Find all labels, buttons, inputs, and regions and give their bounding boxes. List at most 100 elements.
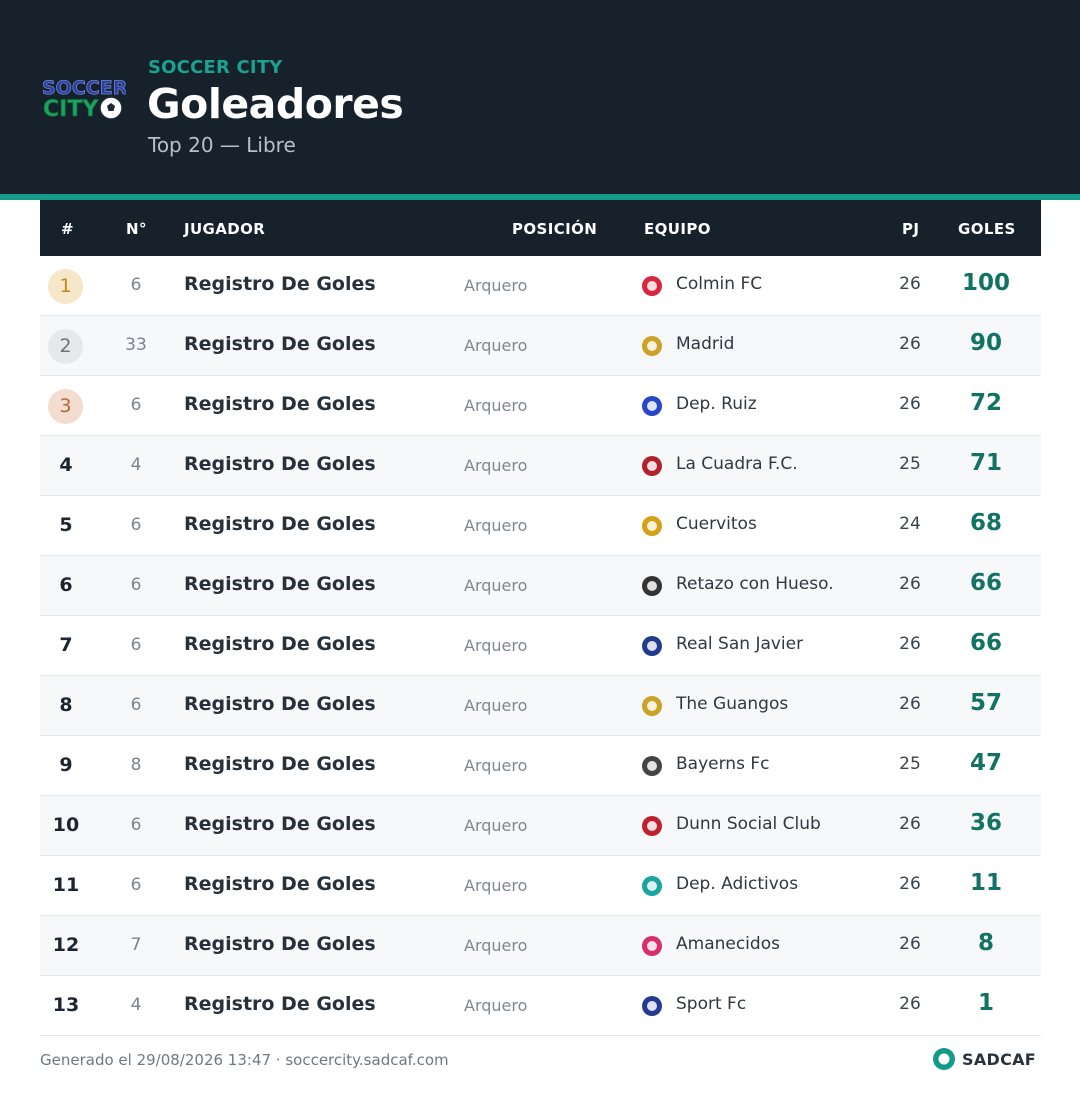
- goals-cell: 90: [969, 330, 1002, 356]
- logo-text-top: SOCCER: [42, 77, 126, 99]
- team-name-cell: Dunn Social Club: [676, 814, 821, 834]
- sport-fc-badge-icon: [642, 996, 662, 1016]
- games-played-cell: 26: [899, 934, 921, 954]
- player-name-cell: Registro De Goles: [184, 393, 376, 415]
- games-played-cell: 25: [899, 754, 921, 774]
- table-row[interactable]: 11 6 Registro De Goles Arquero Dep. Adictivo…: [40, 856, 1041, 916]
- dunn-badge-icon: [642, 816, 662, 836]
- games-played-cell: 26: [899, 634, 921, 654]
- table-row[interactable]: 2 33 Registro De Goles Arquero Madrid 26 90: [40, 316, 1041, 376]
- team-name-cell: Cuervitos: [676, 514, 757, 534]
- team-name-cell: Dep. Adictivos: [676, 874, 799, 894]
- goals-cell: 1: [977, 990, 994, 1016]
- player-name-cell: Registro De Goles: [184, 693, 376, 715]
- team-name-cell: La Cuadra F.C.: [676, 454, 798, 474]
- table-row[interactable]: 10 6 Registro De Goles Arquero Dunn Social C…: [40, 796, 1041, 856]
- table-row[interactable]: 7 6 Registro De Goles Arquero Real San Javie…: [40, 616, 1041, 676]
- games-played-cell: 26: [899, 574, 921, 594]
- rank-cell: 11: [52, 874, 80, 896]
- player-name-cell: Registro De Goles: [184, 933, 376, 955]
- sadcaf-brand[interactable]: SADCAF: [932, 1047, 1036, 1071]
- page-subtitle: Top 20 — Libre: [148, 133, 296, 157]
- jersey-number-cell: 7: [130, 935, 142, 955]
- jersey-number-cell: 33: [125, 335, 147, 355]
- goals-cell: 68: [969, 510, 1002, 536]
- rank-cell: 5: [59, 514, 73, 536]
- page-header: SOCCER CITY SOCCER CITY Goleadores Top 2…: [0, 0, 1080, 194]
- goals-cell: 66: [969, 630, 1002, 656]
- player-name-cell: Registro De Goles: [184, 993, 376, 1015]
- games-played-cell: 26: [899, 274, 921, 294]
- column-position: POSICIÓN: [512, 220, 598, 238]
- rank-cell: 4: [59, 454, 73, 476]
- jersey-number-cell: 6: [130, 875, 142, 895]
- goals-cell: 57: [969, 690, 1002, 716]
- games-played-cell: 26: [899, 874, 921, 894]
- player-name-cell: Registro De Goles: [184, 453, 376, 475]
- real-san-javier-badge-icon: [642, 636, 662, 656]
- table-row[interactable]: 8 6 Registro De Goles Arquero The Guangos 26 5…: [40, 676, 1041, 736]
- jersey-number-cell: 4: [130, 995, 142, 1015]
- table-row[interactable]: 6 6 Registro De Goles Arquero Retazo con Hue…: [40, 556, 1041, 616]
- footer-generated: Generado el 29/08/2026 13:47 · soccercit…: [40, 1051, 449, 1069]
- player-name-cell: Registro De Goles: [184, 873, 376, 895]
- column-goals: GOLES: [958, 220, 1016, 238]
- jersey-number-cell: 6: [130, 575, 142, 595]
- la-cuadra-badge-icon: [642, 456, 662, 476]
- rank-cell: 6: [59, 574, 73, 596]
- retazo-badge-icon: [642, 576, 662, 596]
- team-name-cell: The Guangos: [676, 694, 789, 714]
- position-cell: Arquero: [464, 516, 528, 535]
- rank-cell: 9: [59, 754, 73, 776]
- goals-cell: 66: [969, 570, 1002, 596]
- position-cell: Arquero: [464, 756, 528, 775]
- games-played-cell: 26: [899, 814, 921, 834]
- rank-cell: 10: [52, 814, 80, 836]
- goals-cell: 47: [969, 750, 1002, 776]
- position-cell: Arquero: [464, 456, 528, 475]
- player-name-cell: Registro De Goles: [184, 513, 376, 535]
- goals-cell: 8: [977, 930, 994, 956]
- rank-cell: 12: [52, 934, 80, 956]
- table-row[interactable]: 4 4 Registro De Goles Arquero La Cuadra F.C.…: [40, 436, 1041, 496]
- goals-cell: 36: [969, 810, 1002, 836]
- goals-cell: 71: [969, 450, 1002, 476]
- position-cell: Arquero: [464, 276, 528, 295]
- column-rank: #: [61, 220, 74, 238]
- column-pj: PJ: [902, 220, 920, 238]
- team-name-cell: Dep. Ruiz: [676, 394, 757, 414]
- brand-name: SOCCER CITY: [148, 57, 283, 78]
- player-name-cell: Registro De Goles: [184, 333, 376, 355]
- jersey-number-cell: 6: [130, 635, 142, 655]
- position-cell: Arquero: [464, 876, 528, 895]
- rank-medal-badge: 1: [48, 269, 83, 304]
- position-cell: Arquero: [464, 396, 528, 415]
- position-cell: Arquero: [464, 636, 528, 655]
- soccer-city-logo: SOCCER CITY: [42, 77, 126, 123]
- colmin-badge-icon: [642, 276, 662, 296]
- position-cell: Arquero: [464, 816, 528, 835]
- table-header: # N° JUGADOR POSICIÓN EQUIPO PJ GOLES: [40, 200, 1041, 256]
- jersey-number-cell: 6: [130, 395, 142, 415]
- team-name-cell: Bayerns Fc: [676, 754, 770, 774]
- table-row[interactable]: 9 8 Registro De Goles Arquero Bayerns Fc 25 47: [40, 736, 1041, 796]
- the-guangos-badge-icon: [642, 696, 662, 716]
- rank-cell: 7: [59, 634, 73, 656]
- dep-ruiz-badge-icon: [642, 396, 662, 416]
- position-cell: Arquero: [464, 996, 528, 1015]
- table-row[interactable]: 1 6 Registro De Goles Arquero Colmin FC 26 100: [40, 256, 1041, 316]
- table-row[interactable]: 13 4 Registro De Goles Arquero Sport Fc 26 1: [40, 976, 1041, 1036]
- team-name-cell: Madrid: [676, 334, 735, 354]
- goals-cell: 11: [969, 870, 1002, 896]
- position-cell: Arquero: [464, 336, 528, 355]
- table-row[interactable]: 5 6 Registro De Goles Arquero Cuervitos 24 68: [40, 496, 1041, 556]
- goals-cell: 100: [961, 270, 1010, 296]
- dep-adictivos-badge-icon: [642, 876, 662, 896]
- jersey-number-cell: 6: [130, 275, 142, 295]
- table-row[interactable]: 12 7 Registro De Goles Arquero Amanecidos 26 8: [40, 916, 1041, 976]
- table-row[interactable]: 3 6 Registro De Goles Arquero Dep. Ruiz 26 72: [40, 376, 1041, 436]
- team-name-cell: Sport Fc: [676, 994, 747, 1014]
- scorers-table: # N° JUGADOR POSICIÓN EQUIPO PJ GOLES 1 6…: [40, 200, 1041, 1036]
- jersey-number-cell: 4: [130, 455, 142, 475]
- page-title: Goleadores: [147, 80, 404, 128]
